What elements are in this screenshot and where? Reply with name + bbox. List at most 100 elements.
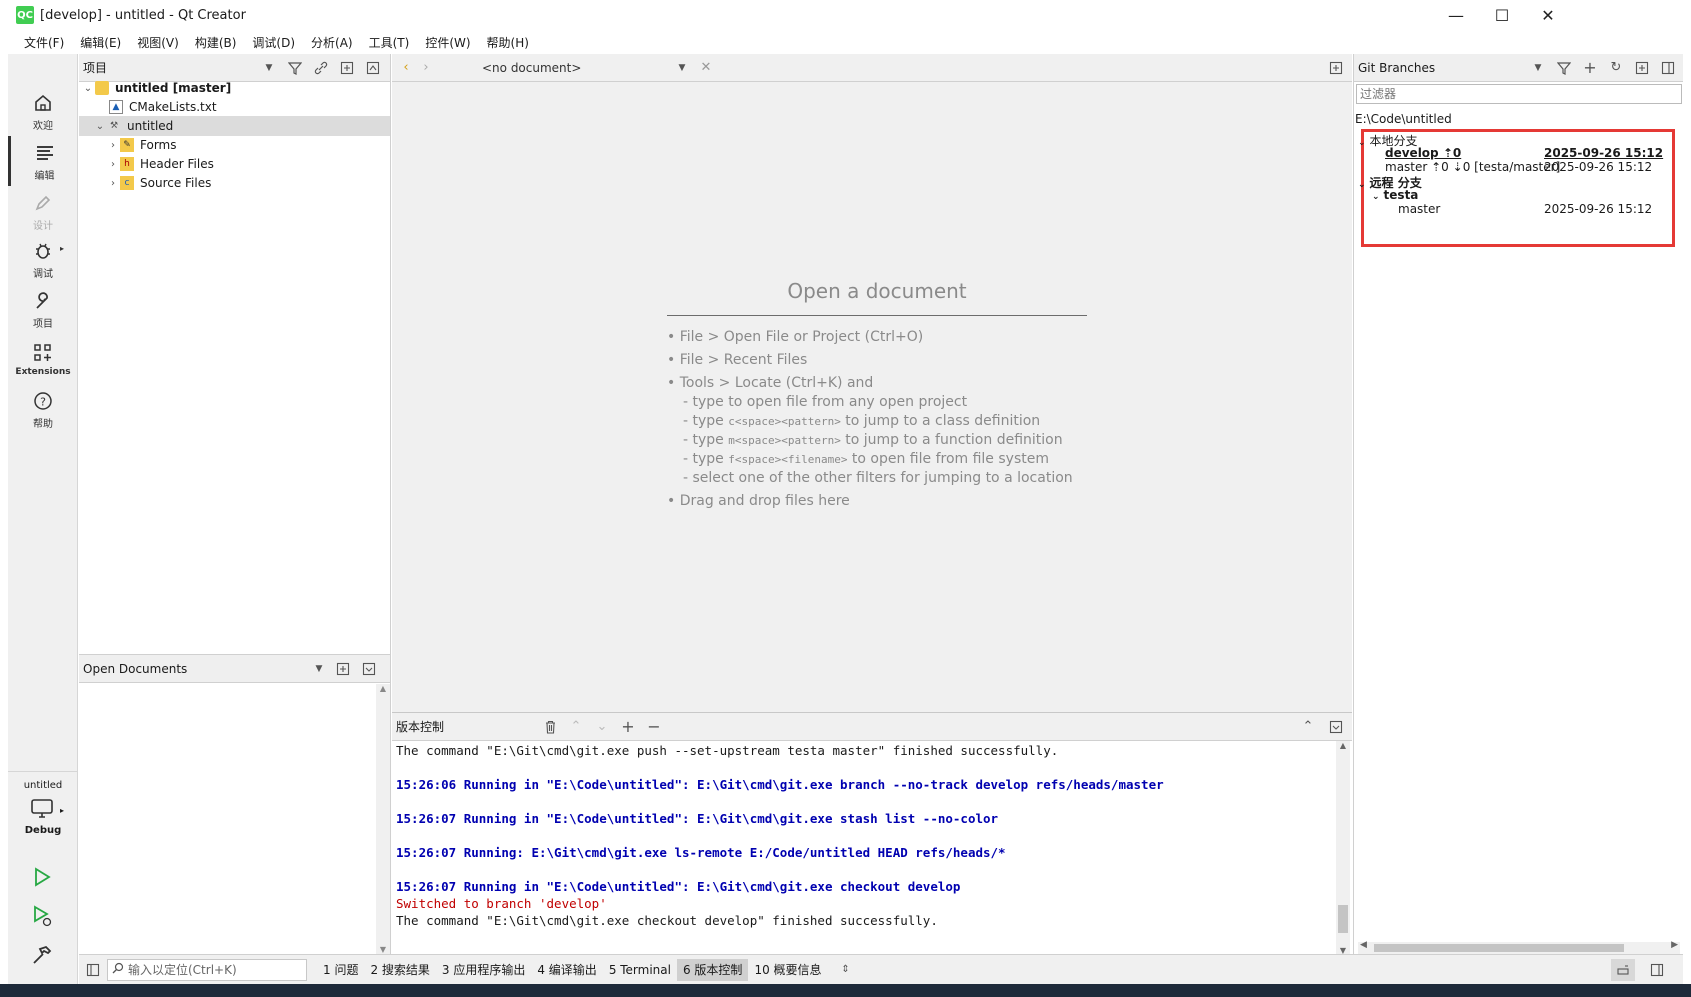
split-add-icon[interactable]	[337, 58, 357, 78]
toggle-right-sidebar-icon[interactable]	[1647, 960, 1667, 980]
prev-item-icon[interactable]: ⌃	[566, 717, 586, 737]
add-branch-icon[interactable]: +	[1580, 58, 1600, 78]
local-branches-node[interactable]: ⌄ 本地分支	[1358, 132, 1418, 148]
document-selector[interactable]: <no document>	[482, 61, 672, 75]
split-editor-icon[interactable]	[1326, 58, 1346, 78]
collapse-arrow-icon[interactable]: ›	[106, 159, 120, 170]
repository-path: E:\Code\untitled	[1355, 112, 1452, 126]
toggle-sidebar-icon[interactable]	[83, 960, 103, 980]
locator-input[interactable]: 输入以定位(Ctrl+K)	[107, 958, 307, 981]
tree-item-source-files[interactable]: › c Source Files	[79, 173, 390, 193]
tree-item-forms[interactable]: › ✎ Forms	[79, 135, 390, 155]
locator-placeholder: 输入以定位(Ctrl+K)	[128, 963, 237, 977]
build-hammer-icon[interactable]	[31, 944, 53, 969]
refresh-icon[interactable]: ↻	[1606, 58, 1626, 78]
log-scrollbar[interactable]: ▲ ▼	[1336, 741, 1350, 955]
close-button[interactable]: ✕	[1525, 0, 1571, 30]
menu-bar: 文件(F) 编辑(E) 视图(V) 构建(B) 调试(D) 分析(A) 工具(T…	[8, 30, 1691, 54]
tree-item-untitled-target[interactable]: ⌄ ⚒ untitled	[79, 116, 390, 136]
debug-run-button[interactable]	[31, 904, 53, 931]
menu-build[interactable]: 构建(B)	[187, 34, 245, 51]
tree-item-label: Forms	[140, 138, 177, 152]
branch-master[interactable]: master ⇡0 ⇣0 [testa/master]	[1385, 160, 1560, 175]
remote-branch-master[interactable]: master	[1398, 202, 1440, 217]
branch-filter-input[interactable]	[1356, 84, 1682, 104]
tab-compile-output[interactable]: 4 编译输出	[531, 959, 602, 981]
filter-icon[interactable]	[1554, 58, 1574, 78]
next-item-icon[interactable]: ⌄	[592, 717, 612, 737]
tree-item-header-files[interactable]: › h Header Files	[79, 154, 390, 174]
collapse-arrow-icon[interactable]: ›	[106, 178, 120, 189]
tree-item-cmakelists[interactable]: ▲ CMakeLists.txt	[79, 97, 390, 117]
maximize-button[interactable]: ☐	[1479, 0, 1525, 30]
menu-file[interactable]: 文件(F)	[16, 34, 72, 51]
mode-edit[interactable]: 编辑	[8, 136, 78, 186]
version-control-log[interactable]: The command "E:\Git\cmd\git.exe push --s…	[392, 741, 1336, 955]
trash-icon[interactable]	[540, 717, 560, 737]
expand-arrow-icon[interactable]: ⌄	[81, 83, 95, 94]
split-add-icon[interactable]	[1632, 58, 1652, 78]
menu-view[interactable]: 视图(V)	[129, 34, 187, 51]
minimize-button[interactable]: —	[1433, 0, 1479, 30]
maximize-panel-icon[interactable]: ⌃	[1298, 717, 1318, 737]
mode-help[interactable]: ? 帮助	[8, 384, 78, 434]
tree-item-project-root[interactable]: ⌄ untitled [master]	[79, 78, 390, 98]
status-bar: 输入以定位(Ctrl+K) 1 问题 2 搜索结果 3 应用程序输出 4 编译输…	[79, 954, 1683, 984]
kit-divider	[8, 771, 78, 772]
menu-widgets[interactable]: 控件(W)	[417, 34, 478, 51]
navigate-back-icon[interactable]: ‹	[396, 58, 416, 78]
tab-terminal[interactable]: 5 Terminal	[603, 959, 677, 981]
menu-help[interactable]: 帮助(H)	[479, 34, 537, 51]
menu-edit[interactable]: 编辑(E)	[72, 34, 129, 51]
remote-testa-node[interactable]: ⌄ testa	[1372, 188, 1418, 203]
open-documents-panel: Open Documents ▼ ▲ ▼	[79, 654, 391, 954]
collapse-arrow-icon[interactable]: ›	[106, 140, 120, 151]
git-branches-header: Git Branches ▼ + ↻	[1354, 54, 1683, 82]
close-document-icon[interactable]: ✕	[696, 58, 716, 78]
git-horizontal-scrollbar[interactable]: ◀ ▶	[1358, 940, 1680, 954]
chevron-down-icon[interactable]: ▼	[1528, 58, 1548, 78]
menu-debug[interactable]: 调试(D)	[244, 34, 303, 51]
remote-branches-node[interactable]: ⌄ 远程 分支	[1358, 174, 1422, 190]
tab-version-control[interactable]: 6 版本控制	[676, 958, 749, 981]
zoom-out-icon[interactable]: −	[644, 717, 664, 737]
open-documents-title[interactable]: Open Documents	[79, 662, 309, 676]
tab-issues[interactable]: 1 问题	[317, 959, 364, 981]
chevron-down-icon[interactable]: ▼	[259, 58, 279, 78]
navigate-forward-icon[interactable]: ›	[416, 58, 436, 78]
link-icon[interactable]	[311, 58, 331, 78]
project-view-selector[interactable]: 项目	[79, 59, 259, 76]
zoom-in-icon[interactable]: +	[618, 717, 638, 737]
kit-expand-arrow-icon[interactable]: ▸	[60, 806, 64, 815]
split-add-icon[interactable]	[333, 659, 353, 679]
close-split-icon[interactable]	[363, 58, 383, 78]
chevron-down-icon[interactable]: ▼	[309, 659, 329, 679]
mode-design[interactable]: 设计	[8, 186, 78, 236]
monitor-icon[interactable]	[30, 798, 54, 823]
tab-search-results[interactable]: 2 搜索结果	[364, 959, 435, 981]
branch-develop[interactable]: develop ⇡0	[1385, 146, 1461, 161]
debug-expand-arrow-icon[interactable]: ▸	[60, 244, 64, 253]
mode-debug[interactable]: 调试	[8, 234, 78, 284]
menu-tools[interactable]: 工具(T)	[361, 34, 418, 51]
close-sidebar-icon[interactable]	[1658, 58, 1678, 78]
git-branches-title[interactable]: Git Branches	[1354, 61, 1528, 75]
hint-sub-class: - type c<space><pattern> to jump to a cl…	[683, 413, 1041, 429]
filter-icon[interactable]	[285, 58, 305, 78]
open-docs-scrollbar[interactable]: ▲ ▼	[376, 684, 390, 954]
mode-projects[interactable]: 项目	[8, 284, 78, 334]
run-button[interactable]	[31, 866, 53, 891]
mode-welcome[interactable]: 欢迎	[8, 86, 78, 136]
tab-general-messages[interactable]: 10 概要信息	[748, 959, 827, 981]
log-line: 15:26:07 Running in "E:\Code\untitled": …	[396, 879, 961, 894]
close-panel-icon[interactable]	[1326, 717, 1346, 737]
mode-extensions[interactable]: Extensions	[8, 334, 78, 384]
close-split-icon[interactable]	[359, 659, 379, 679]
open-document-hint: Open a document • File > Open File or Pr…	[667, 279, 1087, 511]
chevron-down-icon[interactable]: ▼	[672, 58, 692, 78]
progress-toggle-icon[interactable]	[1611, 958, 1635, 981]
expand-arrow-icon[interactable]: ⌄	[93, 121, 107, 132]
more-tabs-icon[interactable]: ⇕	[836, 960, 856, 980]
tab-application-output[interactable]: 3 应用程序输出	[436, 959, 531, 981]
menu-analyze[interactable]: 分析(A)	[303, 34, 361, 51]
